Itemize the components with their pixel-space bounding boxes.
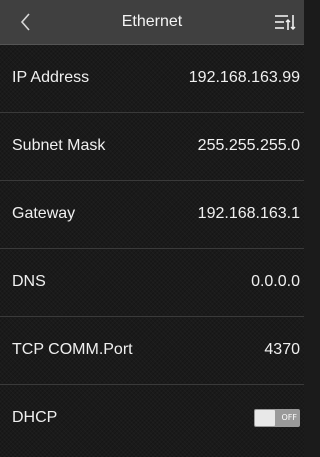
- dhcp-toggle[interactable]: OFF: [254, 409, 300, 427]
- toggle-state-text: OFF: [281, 413, 298, 422]
- list-item-dhcp[interactable]: DHCP OFF: [0, 385, 304, 452]
- settings-list: IP Address 192.168.163.99 Subnet Mask 25…: [0, 45, 304, 452]
- chevron-left-icon: [20, 13, 30, 31]
- list-item-ip-address[interactable]: IP Address 192.168.163.99: [0, 45, 304, 113]
- menu-button[interactable]: [270, 8, 300, 36]
- back-button[interactable]: [8, 6, 44, 38]
- list-item-label: DNS: [12, 273, 46, 290]
- list-item-subnet-mask[interactable]: Subnet Mask 255.255.255.0: [0, 113, 304, 181]
- list-item-value: 4370: [264, 341, 300, 358]
- sort-menu-icon: [275, 15, 296, 30]
- list-item-gateway[interactable]: Gateway 192.168.163.1: [0, 181, 304, 249]
- list-item-value: 192.168.163.99: [188, 69, 300, 86]
- toggle-knob: [255, 410, 275, 426]
- list-item-label: Subnet Mask: [12, 137, 106, 154]
- list-item-value: 0.0.0.0: [251, 273, 300, 290]
- list-item-label: IP Address: [12, 69, 90, 86]
- header-bar: Ethernet: [0, 0, 304, 45]
- list-item-label: Gateway: [12, 205, 76, 222]
- page-title: Ethernet: [121, 13, 183, 30]
- list-item-label: DHCP: [12, 409, 58, 426]
- device-screen: Ethernet IP Address 192.168.163.99 Subne…: [0, 0, 304, 457]
- list-item-tcp-comm-port[interactable]: TCP COMM.Port 4370: [0, 317, 304, 385]
- list-item-label: TCP COMM.Port: [12, 341, 133, 358]
- list-item-value: 192.168.163.1: [197, 205, 300, 222]
- list-item-dns[interactable]: DNS 0.0.0.0: [0, 249, 304, 317]
- list-item-value: 255.255.255.0: [197, 137, 300, 154]
